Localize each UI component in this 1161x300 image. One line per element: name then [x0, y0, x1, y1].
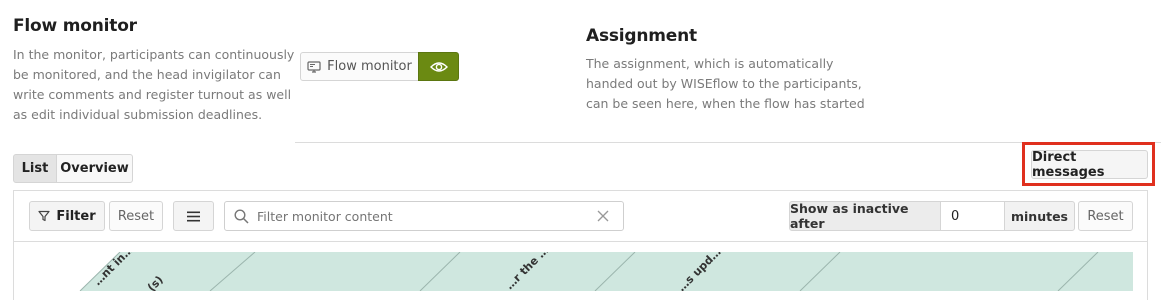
- search-input[interactable]: [257, 206, 577, 226]
- filter-icon: [38, 210, 50, 222]
- reset-inactive-label: Reset: [1087, 208, 1124, 224]
- tab-overview-label: Overview: [60, 161, 129, 176]
- flow-monitor-title: Flow monitor: [13, 16, 137, 36]
- flow-monitor-button-label: Flow monitor: [327, 59, 412, 74]
- menu-icon: [187, 211, 200, 222]
- inactive-label: Show as inactive after: [789, 201, 941, 231]
- eye-icon: [429, 61, 448, 73]
- assignment-title: Assignment: [586, 26, 697, 46]
- description-line: as edit individual submission deadlines.: [13, 107, 263, 122]
- clear-icon[interactable]: [597, 210, 609, 222]
- view-flow-monitor-button[interactable]: [418, 52, 459, 81]
- direct-messages-button[interactable]: Direct messages: [1031, 149, 1148, 180]
- description-line: write comments and register turnout as w…: [13, 87, 292, 102]
- inactive-minutes-input[interactable]: 0: [940, 201, 1005, 231]
- reset-inactive-button[interactable]: Reset: [1078, 201, 1133, 231]
- description-line: In the monitor, participants can continu…: [13, 47, 295, 62]
- direct-messages-label: Direct messages: [1032, 149, 1105, 180]
- reset-filter-label: Reset: [117, 208, 155, 224]
- table-header: …nt in… (s) …r the … …s upd…: [0, 252, 1161, 291]
- filter-button-label: Filter: [56, 208, 96, 224]
- flow-monitor-description: In the monitor, participants can continu…: [13, 45, 303, 125]
- toolbar-divider: [14, 241, 1147, 242]
- tab-list-label: List: [21, 161, 49, 176]
- monitor-icon: [307, 60, 321, 73]
- columns-menu-button[interactable]: [173, 201, 214, 231]
- description-line: The assignment, which is automatically: [586, 56, 834, 71]
- minutes-label: minutes: [1004, 201, 1075, 231]
- tab-overview[interactable]: Overview: [56, 154, 133, 183]
- search-field[interactable]: [224, 201, 624, 231]
- filter-button[interactable]: Filter: [29, 201, 105, 231]
- description-line: handed out by WISEflow to the participan…: [586, 76, 862, 91]
- flow-monitor-button[interactable]: Flow monitor: [300, 52, 419, 81]
- description-line: can be seen here, when the flow has star…: [586, 96, 865, 111]
- search-icon: [234, 209, 249, 224]
- description-line: be monitored, and the head invigilator c…: [13, 67, 281, 82]
- reset-filter-button[interactable]: Reset: [109, 201, 163, 231]
- tab-list[interactable]: List: [13, 154, 57, 183]
- assignment-description: The assignment, which is automatically h…: [586, 54, 886, 114]
